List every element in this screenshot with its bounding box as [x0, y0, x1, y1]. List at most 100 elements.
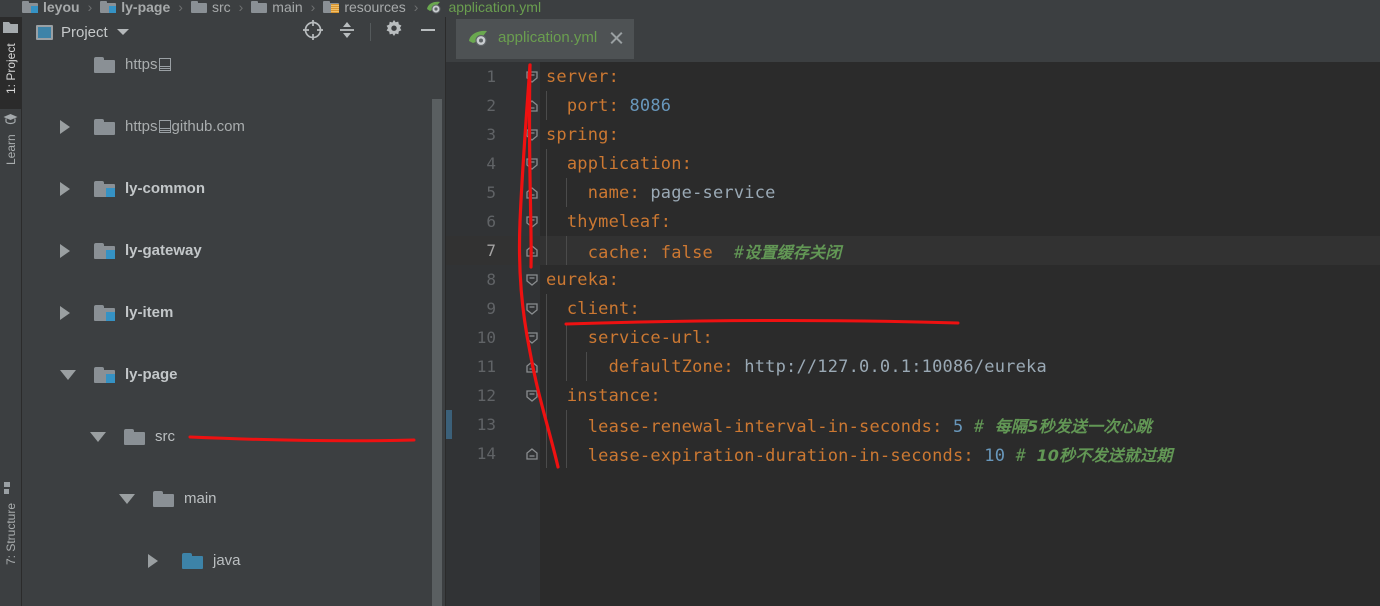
- code-line[interactable]: 9 client:: [446, 294, 1380, 323]
- code-line[interactable]: 6 thymeleaf:: [446, 207, 1380, 236]
- line-number: 9: [486, 299, 496, 318]
- scroll-from-source-icon[interactable]: [302, 19, 324, 46]
- code-text: lease-expiration-duration-in-seconds: 10…: [546, 445, 1173, 466]
- line-number: 1: [486, 67, 496, 86]
- expand-arrow-icon[interactable]: [148, 553, 158, 568]
- collapse-arrow-icon[interactable]: [60, 370, 76, 380]
- project-tool-window: Project https https github.com ly-common…: [22, 17, 445, 606]
- line-number: 11: [476, 357, 496, 376]
- folder-icon: [94, 118, 115, 135]
- breadcrumb-item-src[interactable]: src: [190, 0, 231, 17]
- code-fold-icon[interactable]: [525, 301, 539, 315]
- tree-node-ly-page[interactable]: ly-page: [28, 359, 445, 390]
- project-panel-header: Project: [22, 17, 445, 47]
- breadcrumb-item-leyou[interactable]: leyou: [22, 0, 80, 17]
- resources-folder-icon: [323, 0, 340, 13]
- code-fold-icon[interactable]: [525, 98, 539, 112]
- tree-node-ly-common[interactable]: ly-common: [28, 173, 445, 204]
- code-text: spring:: [546, 124, 620, 145]
- code-line[interactable]: 13 lease-renewal-interval-in-seconds: 5 …: [446, 410, 1380, 439]
- code-fold-icon[interactable]: [525, 446, 539, 460]
- breadcrumb-separator: ›: [178, 0, 183, 15]
- hide-panel-icon[interactable]: [417, 19, 439, 46]
- graduation-cap-icon: [4, 113, 19, 128]
- line-number: 3: [486, 125, 496, 144]
- code-fold-icon[interactable]: [525, 330, 539, 344]
- tree-node-main[interactable]: main: [28, 483, 445, 514]
- code-text: thymeleaf:: [546, 211, 672, 232]
- spring-yml-icon: [426, 0, 443, 14]
- collapse-arrow-icon[interactable]: [90, 432, 106, 442]
- code-line[interactable]: 8 eureka:: [446, 265, 1380, 294]
- code-line[interactable]: 2 port: 8086: [446, 91, 1380, 120]
- code-fold-icon[interactable]: [525, 156, 539, 170]
- code-line[interactable]: 1 server:: [446, 62, 1380, 91]
- sidebar-item-learn[interactable]: Learn: [0, 109, 22, 191]
- chevron-down-icon[interactable]: [116, 29, 129, 35]
- sidebar-item-project[interactable]: 1: Project: [0, 17, 22, 109]
- tree-node-label: ly-gateway: [125, 242, 202, 259]
- tool-tab-label: 1: Project: [4, 43, 18, 94]
- folder-icon: [251, 0, 268, 13]
- line-number: 12: [476, 386, 496, 405]
- breadcrumb-label: application.yml: [448, 0, 542, 15]
- tree-node-java[interactable]: java: [28, 545, 445, 576]
- breadcrumb-item-main[interactable]: main: [251, 0, 303, 17]
- code-line[interactable]: 7 cache: false #设置缓存关闭: [446, 236, 1380, 265]
- sidebar-item-structure[interactable]: 7: Structure: [0, 478, 22, 606]
- missing-glyph-icon: [158, 120, 171, 133]
- toolbar-divider: [370, 23, 371, 41]
- expand-arrow-icon[interactable]: [60, 119, 70, 134]
- code-editor[interactable]: 1 server: 2 port: 8086 3 spring: 4 applicatio…: [446, 62, 1380, 606]
- expand-arrow-icon[interactable]: [60, 305, 70, 320]
- editor-tab-strip: application.yml: [446, 17, 1380, 62]
- expand-arrow-icon[interactable]: [60, 243, 70, 258]
- code-line[interactable]: 4 application:: [446, 149, 1380, 178]
- tree-node-src[interactable]: src: [28, 421, 445, 452]
- breadcrumb-item-resources[interactable]: resources: [323, 0, 406, 17]
- close-icon[interactable]: [609, 30, 624, 45]
- code-text: cache: false #设置缓存关闭: [546, 242, 842, 263]
- code-line[interactable]: 5 name: page-service: [446, 178, 1380, 207]
- folder-icon: [153, 490, 174, 507]
- folder-icon: [190, 0, 207, 13]
- code-line[interactable]: 14 lease-expiration-duration-in-seconds:…: [446, 439, 1380, 468]
- collapse-arrow-icon[interactable]: [119, 494, 135, 504]
- expand-arrow-icon[interactable]: [60, 181, 70, 196]
- breadcrumb-separator: ›: [87, 0, 93, 15]
- settings-gear-icon[interactable]: [383, 19, 405, 46]
- code-line[interactable]: 3 spring:: [446, 120, 1380, 149]
- collapse-all-icon[interactable]: [336, 19, 358, 46]
- code-text: defaultZone: http://127.0.0.1:10086/eure…: [546, 356, 1047, 377]
- breadcrumb-item-application-yml[interactable]: application.yml: [426, 0, 541, 17]
- breadcrumb-label: leyou: [43, 0, 80, 15]
- module-folder-icon: [100, 0, 117, 13]
- code-fold-icon[interactable]: [525, 243, 539, 257]
- tree-node-label: https: [125, 56, 172, 73]
- code-fold-icon[interactable]: [525, 69, 539, 83]
- line-number: 14: [476, 444, 496, 463]
- line-number: 13: [476, 415, 496, 434]
- code-fold-icon[interactable]: [525, 272, 539, 286]
- editor-tab-application-yml[interactable]: application.yml: [456, 19, 635, 59]
- tree-node-ly-item[interactable]: ly-item: [28, 297, 445, 328]
- breadcrumb-item-ly-page[interactable]: ly-page: [100, 0, 170, 17]
- tree-node-https[interactable]: https: [28, 49, 445, 80]
- code-fold-icon[interactable]: [525, 359, 539, 373]
- code-line[interactable]: 10 service-url:: [446, 323, 1380, 352]
- code-fold-icon[interactable]: [525, 185, 539, 199]
- project-tree-scrollbar[interactable]: [432, 99, 442, 606]
- tree-node-https-github[interactable]: https github.com: [28, 111, 445, 142]
- code-fold-icon[interactable]: [525, 214, 539, 228]
- code-line[interactable]: 12 instance:: [446, 381, 1380, 410]
- line-number: 10: [476, 328, 496, 347]
- tree-node-ly-gateway[interactable]: ly-gateway: [28, 235, 445, 266]
- code-line[interactable]: 11 defaultZone: http://127.0.0.1:10086/e…: [446, 352, 1380, 381]
- code-fold-icon[interactable]: [525, 127, 539, 141]
- project-tree[interactable]: https https github.com ly-common ly-gatew…: [28, 49, 445, 606]
- code-text: client:: [546, 298, 640, 319]
- code-text: eureka:: [546, 269, 620, 290]
- code-fold-icon[interactable]: [525, 388, 539, 402]
- editor-area: application.yml 1 server: 2 port: 8086 3 spr…: [446, 17, 1380, 606]
- breadcrumb-label: resources: [344, 0, 406, 15]
